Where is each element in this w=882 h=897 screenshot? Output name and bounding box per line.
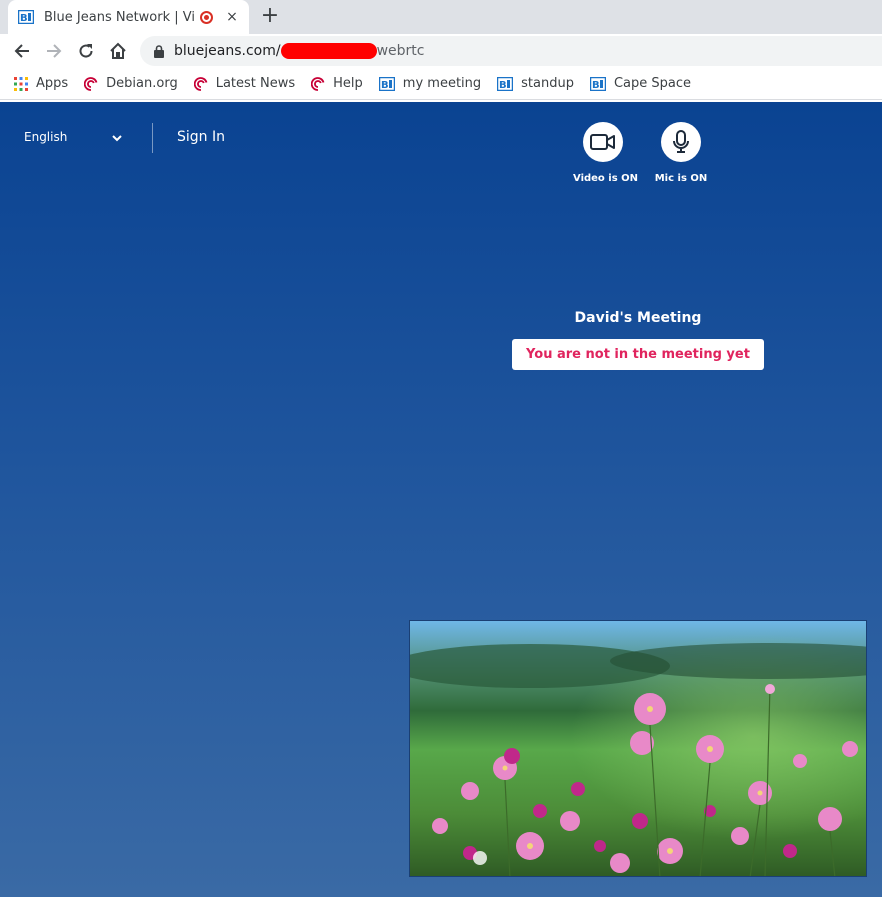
bluejeans-icon: B — [378, 76, 395, 91]
address-bar[interactable]: bluejeans.com/ webrtc — [140, 36, 882, 66]
svg-text:B: B — [381, 80, 389, 91]
bookmark-latest-news[interactable]: Latest News — [193, 76, 296, 91]
chevron-down-icon[interactable] — [110, 130, 124, 149]
url-path: webrtc — [376, 43, 425, 59]
debian-swirl-icon — [84, 76, 98, 91]
debian-swirl-icon — [193, 76, 208, 91]
bookmark-label: Help — [333, 76, 363, 91]
language-select[interactable]: English — [24, 130, 67, 144]
divider — [152, 123, 153, 153]
bookmark-label: my meeting — [402, 76, 482, 91]
video-toggle[interactable]: Video is ON — [573, 122, 639, 184]
redaction-mark — [280, 43, 377, 59]
bluejeans-icon: B — [497, 76, 514, 91]
bookmark-label: Debian.org — [106, 76, 178, 91]
bookmark-my-meeting[interactable]: B my meeting — [378, 76, 482, 91]
tab-strip: B Blue Jeans Network | Vi × + — [0, 0, 882, 34]
bluejeans-icon: B — [589, 76, 606, 91]
back-icon[interactable] — [10, 39, 34, 63]
bookmark-debian[interactable]: Debian.org — [84, 76, 178, 91]
browser-tab[interactable]: B Blue Jeans Network | Vi × — [8, 0, 249, 34]
svg-text:B: B — [499, 80, 507, 91]
bookmark-label: standup — [521, 76, 574, 91]
home-icon[interactable] — [106, 39, 130, 63]
url-domain: bluejeans.com/ — [174, 43, 281, 59]
bookmarks-bar: Apps Debian.org Latest News Help B my me… — [0, 68, 882, 100]
url-text: bluejeans.com/ webrtc — [174, 43, 425, 59]
apps-grid-icon — [14, 76, 28, 91]
meeting-status-banner: You are not in the meeting yet — [512, 339, 764, 370]
new-tab-button[interactable]: + — [258, 4, 282, 28]
bluejeans-favicon-icon: B — [18, 9, 34, 25]
sign-in-link[interactable]: Sign In — [177, 129, 225, 145]
bookmark-label: Cape Space — [613, 76, 692, 91]
bookmark-standup[interactable]: B standup — [497, 76, 574, 91]
svg-text:B: B — [20, 13, 28, 24]
video-camera-icon[interactable] — [583, 122, 623, 162]
recording-indicator-icon — [200, 10, 213, 24]
reload-icon[interactable] — [74, 39, 98, 63]
bookmark-label: Apps — [36, 76, 69, 91]
self-view-preview — [409, 620, 867, 877]
video-status-label: Video is ON — [573, 173, 639, 184]
bookmark-help[interactable]: Help — [311, 76, 363, 91]
mic-toggle[interactable]: Mic is ON — [651, 122, 711, 184]
tab-close-icon[interactable]: × — [225, 9, 239, 25]
bookmark-cape-space[interactable]: B Cape Space — [589, 76, 692, 91]
tab-title: Blue Jeans Network | Vi — [44, 9, 195, 25]
browser-toolbar: bluejeans.com/ webrtc — [0, 34, 882, 68]
mic-status-label: Mic is ON — [654, 173, 708, 184]
flower-field-image — [410, 621, 866, 876]
forward-icon[interactable] — [42, 39, 66, 63]
debian-swirl-icon — [311, 76, 325, 91]
microphone-icon[interactable] — [661, 122, 701, 162]
bookmark-apps[interactable]: Apps — [14, 76, 68, 91]
bookmark-label: Latest News — [215, 76, 296, 91]
svg-text:B: B — [592, 80, 600, 91]
lock-icon — [154, 44, 164, 58]
bluejeans-app: English Sign In Video is ON Mic is ON Da… — [0, 102, 882, 897]
meeting-title: David's Meeting — [574, 310, 702, 326]
